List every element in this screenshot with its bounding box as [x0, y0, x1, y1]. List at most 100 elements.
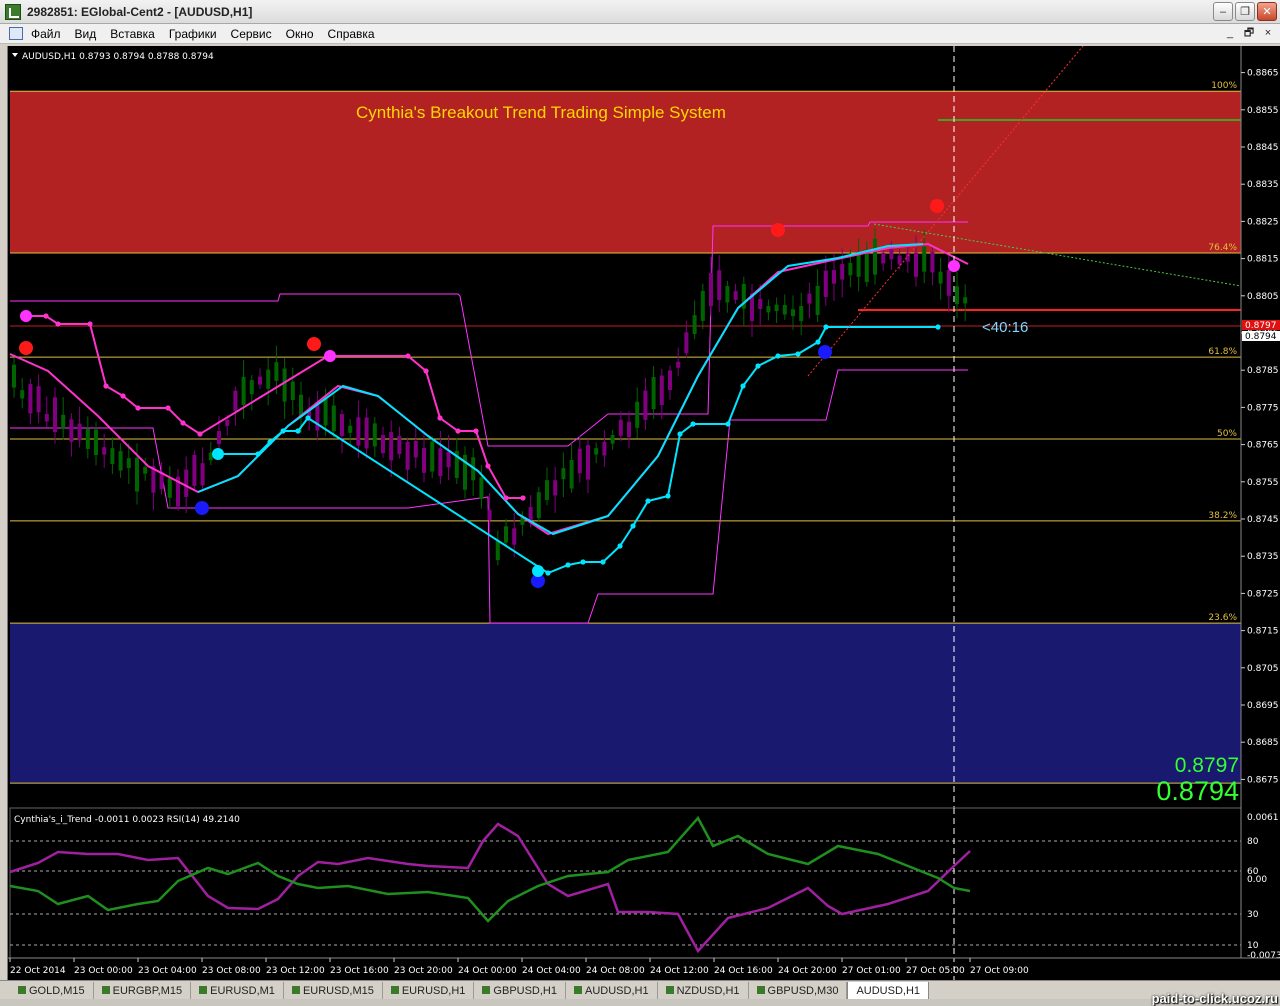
tab-0[interactable]: GOLD,M15: [10, 982, 94, 1000]
candle-body: [848, 263, 853, 276]
fib-label: 50%: [1217, 429, 1237, 439]
time-tick-label: 24 Oct 16:00: [714, 966, 773, 976]
time-tick-label: 23 Oct 00:00: [74, 966, 133, 976]
chart-window[interactable]: 100% 76.4% 61.8% 50% 38.2% 23.6% 0.8865 0.8855…: [7, 46, 1280, 980]
chart-tab-icon: [665, 986, 674, 994]
stop-dot-cyan: [823, 324, 829, 330]
time-tick-label: 24 Oct 00:00: [458, 966, 517, 976]
bid-price: 0.8797: [1175, 754, 1239, 777]
price-tick-label: 0.8675: [1247, 775, 1279, 785]
price-tick-label: 0.8765: [1247, 441, 1279, 451]
tab-7[interactable]: NZDUSD,H1: [658, 982, 749, 1000]
tab-label: NZDUSD,H1: [676, 985, 740, 997]
stop-dot-magenta: [503, 495, 509, 501]
mdi-close-button[interactable]: ×: [1260, 25, 1276, 41]
candle-body: [774, 304, 779, 312]
close-button[interactable]: ✕: [1257, 2, 1277, 21]
candle-body: [782, 304, 787, 315]
candle-body: [389, 432, 394, 461]
candle-body: [807, 293, 812, 304]
candle-body: [249, 380, 254, 395]
time-tick-label: 24 Oct 20:00: [778, 966, 837, 976]
stop-dot-cyan: [305, 415, 311, 421]
stop-dot-magenta: [423, 368, 429, 374]
tab-1[interactable]: EURGBP,M15: [94, 982, 192, 1000]
candle-body: [922, 246, 927, 272]
document-icon[interactable]: [9, 27, 23, 40]
magenta-signal-dot: [324, 350, 336, 362]
price-tick-label: 0.8805: [1247, 292, 1279, 302]
menu-item-3[interactable]: Графики: [169, 26, 217, 42]
menu-item-6[interactable]: Справка: [328, 26, 375, 42]
candle-body: [479, 477, 484, 500]
tab-label: GBPUSD,M30: [767, 985, 839, 997]
stop-dot-magenta: [520, 495, 526, 501]
magenta-signal-dot: [948, 260, 960, 272]
candle-body: [413, 441, 418, 458]
time-tick-label: 27 Oct 09:00: [970, 966, 1029, 976]
candle-body: [323, 397, 328, 426]
tab-3[interactable]: EURUSD,M15: [284, 982, 383, 1000]
candle-body: [381, 435, 385, 454]
minimize-button[interactable]: –: [1213, 2, 1233, 21]
menu-item-1[interactable]: Вид: [75, 26, 97, 42]
mdi-restore-button[interactable]: 🗗: [1241, 25, 1257, 41]
chart-tab-icon: [756, 986, 765, 994]
candle-body: [889, 248, 894, 260]
chart-tab-icon: [101, 986, 110, 994]
menu-item-4[interactable]: Сервис: [231, 26, 272, 42]
sell-signal-dot: [930, 199, 944, 213]
candle-body: [241, 376, 246, 406]
mdi-minimize-button[interactable]: _: [1222, 25, 1238, 41]
candle-body: [832, 270, 836, 284]
candle-body: [643, 390, 648, 420]
ask-price: 0.8794: [1156, 776, 1239, 806]
candle-body: [553, 480, 558, 496]
candle-body: [799, 306, 804, 322]
candle-body: [963, 297, 968, 304]
bar-timer: <40:16: [982, 319, 1028, 336]
candle-body: [512, 528, 517, 545]
candle-body: [36, 386, 41, 413]
candle-body: [946, 269, 951, 296]
stop-dot-cyan: [815, 339, 821, 345]
chart-tabs-bar: GOLD,M15 EURGBP,M15 EURUSD,M1 EURUSD,M15 EUR…: [0, 980, 1280, 1001]
tab-6[interactable]: AUDUSD,H1: [566, 982, 658, 1000]
price-chart[interactable]: 100% 76.4% 61.8% 50% 38.2% 23.6% 0.8865 0.8855…: [8, 46, 1280, 980]
stop-dot-cyan: [267, 439, 273, 445]
indicator-axis-label: 10: [1247, 941, 1259, 951]
window-title: 2982851: EGlobal-Cent2 - [AUDUSD,H1]: [27, 5, 253, 19]
stop-dot-magenta: [455, 428, 461, 434]
candle-body: [356, 417, 361, 446]
menu-items: Файл Вид Вставка Графики Сервис Окно Справка: [31, 26, 375, 42]
candle-body: [487, 509, 492, 521]
candle-body: [282, 368, 287, 402]
cyan-signal-dot: [532, 565, 544, 577]
candle-body: [85, 428, 90, 449]
stop-dot-magenta: [473, 428, 479, 434]
time-tick-label: 23 Oct 04:00: [138, 966, 197, 976]
tab-4[interactable]: EURUSD,H1: [383, 982, 475, 1000]
candle-body: [733, 291, 738, 300]
tab-8[interactable]: GBPUSD,M30: [749, 982, 848, 1000]
candle-body: [348, 425, 353, 433]
maximize-button[interactable]: ❐: [1235, 2, 1255, 21]
menu-item-2[interactable]: Вставка: [110, 26, 155, 42]
candle-body: [364, 417, 369, 449]
stop-dot-magenta: [43, 313, 49, 319]
price-tag-ask-label: 0.8794: [1245, 332, 1277, 342]
price-tick-label: 0.8845: [1247, 143, 1279, 153]
candle-body: [536, 492, 541, 518]
price-tick-label: 0.8755: [1247, 478, 1279, 488]
chart-header: AUDUSD,H1 0.8793 0.8794 0.8788 0.8794: [22, 52, 214, 62]
chart-tab-icon: [18, 986, 26, 994]
upper-channel-band: [10, 221, 968, 447]
tab-2[interactable]: EURUSD,M1: [191, 982, 284, 1000]
menu-item-0[interactable]: Файл: [31, 26, 61, 42]
candle-body: [258, 376, 262, 385]
menu-item-5[interactable]: Окно: [286, 26, 314, 42]
tab-5[interactable]: GBPUSD,H1: [474, 982, 566, 1000]
indicator-axis-label: -0.0073: [1247, 951, 1280, 961]
candle-body: [856, 253, 861, 277]
candle-body: [823, 270, 828, 297]
